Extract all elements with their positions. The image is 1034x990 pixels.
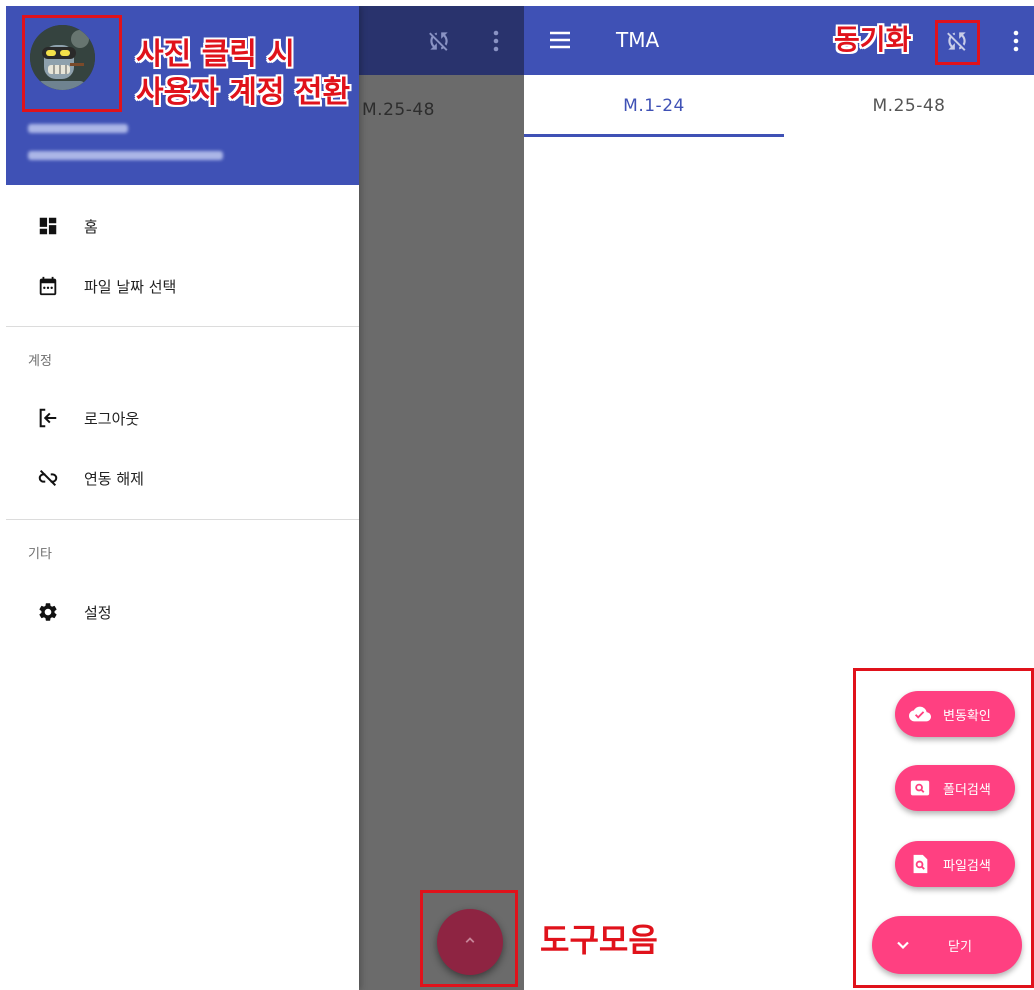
file-search-icon — [909, 853, 931, 875]
change-check-button[interactable]: 변동확인 — [895, 691, 1015, 737]
user-name-blurred — [28, 124, 128, 133]
app-title: TMA — [616, 28, 660, 52]
calendar-icon — [36, 274, 60, 298]
drawer-item-file-date[interactable]: 파일 날짜 선택 — [6, 256, 359, 316]
file-search-button[interactable]: 파일검색 — [895, 841, 1015, 887]
drawer-item-settings[interactable]: 설정 — [6, 582, 359, 642]
link-off-icon — [36, 466, 60, 490]
section-label-account: 계정 — [28, 354, 52, 369]
navigation-drawer: 홈 파일 날짜 선택 계정 로그아웃 연동 해제 기타 설정 — [6, 6, 359, 990]
section-label-other: 기타 — [28, 547, 52, 562]
drawer-item-home[interactable]: 홈 — [6, 196, 359, 256]
drawer-item-logout[interactable]: 로그아웃 — [6, 388, 359, 448]
cloud-check-icon — [909, 703, 931, 725]
chevron-up-icon — [461, 931, 479, 953]
sync-annotation: 동기화 — [834, 23, 912, 56]
tab-m25-48[interactable]: M.25-48 — [784, 75, 1034, 137]
avatar[interactable] — [30, 25, 95, 90]
tab-indicator — [524, 134, 784, 137]
more-vert-icon[interactable] — [1012, 29, 1020, 57]
settings-gear-icon — [36, 600, 60, 624]
dimmed-tab-label: M.25-48 — [362, 100, 435, 120]
folder-search-icon — [909, 777, 931, 799]
tab-m1-24[interactable]: M.1-24 — [524, 75, 784, 137]
user-email-blurred — [28, 151, 223, 160]
hamburger-menu-icon[interactable] — [548, 28, 572, 56]
sync-off-icon — [426, 28, 452, 58]
drawer-divider — [6, 326, 359, 327]
logout-icon — [36, 406, 60, 430]
drawer-item-unlink[interactable]: 연동 해제 — [6, 448, 359, 508]
avatar-annotation: 사진 클릭 시 사용자 계정 전환 — [136, 37, 351, 110]
folder-search-button[interactable]: 폴더검색 — [895, 765, 1015, 811]
bender-avatar-icon — [30, 25, 95, 90]
more-vert-icon — [492, 29, 500, 57]
toolbar-annotation: 도구모음 — [540, 921, 658, 959]
chevron-down-icon — [892, 934, 914, 956]
close-menu-button[interactable]: 닫기 — [872, 916, 1022, 974]
right-screen: TMA M.1-24 M.25-48 변동확인 폴더검색 파일검색 닫기 — [524, 6, 1034, 990]
left-screen: M.25-48 홈 파일 날짜 선택 계정 로그아웃 연동 해제 기타 설정 — [6, 6, 524, 990]
drawer-divider — [6, 519, 359, 520]
dashboard-icon — [36, 214, 60, 238]
app-bar: TMA — [524, 6, 1034, 75]
sync-off-icon[interactable] — [944, 28, 970, 58]
toolbar-fab[interactable] — [437, 909, 503, 975]
